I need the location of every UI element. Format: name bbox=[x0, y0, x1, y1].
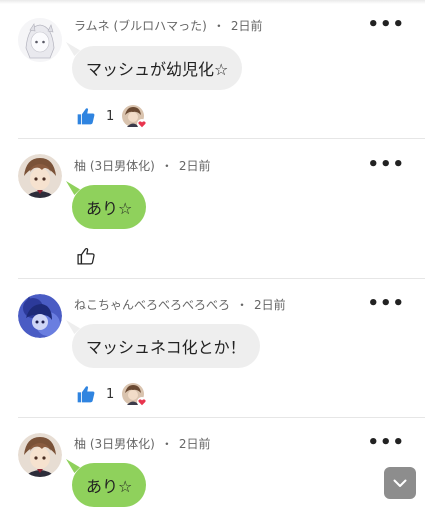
user-name[interactable]: ねこちゃんべろべろべろべろ bbox=[74, 298, 230, 312]
comment-bubble: あり☆ bbox=[72, 463, 147, 507]
more-dots-icon[interactable]: ••• bbox=[367, 16, 405, 34]
thumbs-up-filled-icon[interactable] bbox=[76, 384, 96, 404]
more-dots-icon[interactable]: ••• bbox=[367, 295, 405, 313]
meta-separator: ・ bbox=[236, 298, 249, 312]
meta-separator: ・ bbox=[212, 19, 225, 33]
comment-meta: ねこちゃんべろべろべろべろ・ 2日前 bbox=[74, 296, 286, 313]
user-avatar[interactable] bbox=[18, 154, 62, 198]
user-avatar[interactable] bbox=[18, 294, 62, 338]
more-dots-icon[interactable]: ••• bbox=[367, 434, 405, 452]
scroll-down-button[interactable] bbox=[384, 467, 416, 499]
chevron-down-icon bbox=[393, 479, 407, 487]
heart-icon bbox=[137, 397, 148, 407]
like-count: 1 bbox=[106, 386, 115, 402]
user-name[interactable]: 柚 (3日男体化) bbox=[74, 159, 155, 173]
comment-text: あり☆ bbox=[86, 477, 133, 496]
comment-meta: 柚 (3日男体化) ・ 2日前 bbox=[74, 157, 210, 174]
like-count: 1 bbox=[106, 108, 115, 124]
user-avatar[interactable] bbox=[18, 18, 62, 62]
thumbs-up-outline-icon[interactable] bbox=[76, 246, 96, 266]
top-edge bbox=[0, 0, 425, 4]
meta-separator: ・ bbox=[160, 159, 173, 173]
comment-text: マッシュネコ化とか！ bbox=[86, 338, 246, 357]
meta-separator: ・ bbox=[160, 437, 173, 451]
comment-text: あり☆ bbox=[86, 199, 133, 218]
comment-meta: ラムネ (ブルロハマった) ・ 2日前 bbox=[74, 17, 262, 34]
reaction-row bbox=[76, 244, 96, 268]
timestamp: 2日前 bbox=[178, 159, 211, 173]
comment-text: マッシュが幼児化☆ bbox=[86, 60, 229, 79]
reaction-row: 1 bbox=[76, 382, 148, 407]
comment-divider bbox=[18, 417, 425, 418]
timestamp: 2日前 bbox=[178, 437, 211, 451]
comment-divider bbox=[18, 138, 425, 139]
user-name[interactable]: 柚 (3日男体化) bbox=[74, 437, 155, 451]
heart-icon bbox=[137, 119, 148, 129]
more-dots-icon[interactable]: ••• bbox=[367, 156, 405, 174]
comment-divider bbox=[18, 278, 425, 279]
timestamp: 2日前 bbox=[230, 19, 263, 33]
user-avatar[interactable] bbox=[18, 433, 62, 477]
timestamp: 2日前 bbox=[254, 298, 286, 312]
comment-meta: 柚 (3日男体化) ・ 2日前 bbox=[74, 435, 210, 452]
comment-bubble: あり☆ bbox=[72, 185, 147, 229]
reaction-row: 1 bbox=[76, 104, 148, 129]
thumbs-up-filled-icon[interactable] bbox=[76, 106, 96, 126]
comment-bubble: マッシュネコ化とか！ bbox=[72, 324, 260, 368]
reactor-avatar[interactable] bbox=[122, 383, 148, 407]
user-name[interactable]: ラムネ (ブルロハマった) bbox=[74, 19, 207, 33]
comment-bubble: マッシュが幼児化☆ bbox=[72, 46, 243, 90]
reactor-avatar[interactable] bbox=[122, 105, 148, 129]
